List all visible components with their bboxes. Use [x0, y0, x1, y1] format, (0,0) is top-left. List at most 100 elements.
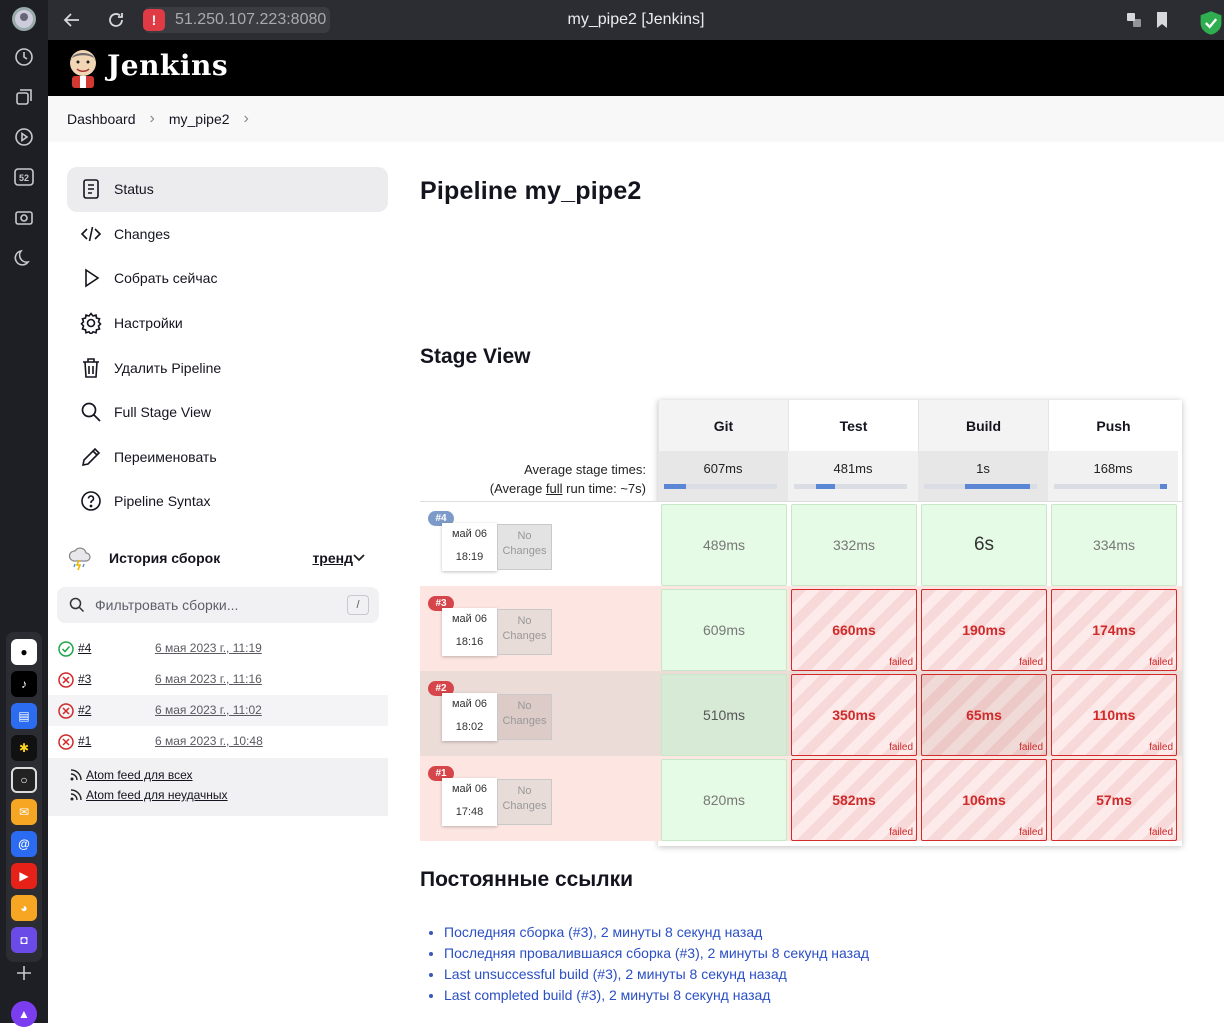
stage-cell[interactable]: 332ms [791, 504, 917, 586]
collections-icon[interactable] [12, 85, 36, 109]
browser-sidebar: 52 ● ♪ ▤ ✱ ○ ✉ @ ▶ ◕ ◘ ▲ [0, 0, 48, 1027]
breadcrumb: Dashboard › my_pipe2 › [48, 96, 1224, 142]
build-row[interactable]: #1 6 мая 2023 г., 10:48 [48, 726, 388, 757]
permalinks-list: Последняя сборка (#3), 2 минуты 8 секунд… [444, 922, 869, 1006]
build-number-link[interactable]: #2 [78, 703, 91, 717]
run-date: май 06 [451, 528, 488, 540]
stage-cell[interactable]: 489ms [661, 504, 787, 586]
build-date-link[interactable]: 6 мая 2023 г., 11:19 [155, 641, 262, 655]
build-date-link[interactable]: 6 мая 2023 г., 11:16 [155, 672, 262, 686]
atom-feeds: Atom feed для всех Atom feed для неудачн… [48, 758, 388, 816]
code-icon [79, 222, 103, 246]
browser-toolbar: ! 51.250.107.223:8080 my_pipe2 [Jenkins] [48, 0, 1224, 40]
profile-avatar[interactable] [12, 7, 36, 31]
breadcrumb-dashboard[interactable]: Dashboard [67, 111, 136, 127]
protect-shield-icon[interactable] [1198, 10, 1224, 35]
changes-line2: Changes [502, 800, 547, 812]
tiktok-icon[interactable]: ♪ [11, 671, 37, 697]
stage-cell[interactable]: 350ms failed [791, 674, 917, 756]
stage-cell[interactable]: 65ms failed [921, 674, 1047, 756]
changes-line1: No [517, 530, 532, 542]
play-icon [79, 266, 103, 290]
build-number-link[interactable]: #4 [78, 641, 91, 655]
success-check-icon [58, 641, 74, 657]
alice-icon[interactable]: ○ [11, 767, 37, 793]
avg-time-value: 168ms [1093, 461, 1133, 476]
add-app-icon[interactable] [12, 961, 36, 985]
build-date-link[interactable]: 6 мая 2023 г., 11:02 [155, 703, 262, 717]
run-date-box: май 06 18:16 [442, 608, 497, 656]
filter-builds-input[interactable]: Фильтровать сборки... / [57, 587, 379, 623]
assistant-icon[interactable]: ▲ [11, 1001, 37, 1027]
changes-line2: Changes [502, 630, 547, 642]
pie-app-icon[interactable]: ◕ [11, 895, 37, 921]
average-stage-times-label: Average stage times: (Average full run t… [420, 460, 646, 498]
permalink-last-build[interactable]: Последняя сборка (#3), 2 минуты 8 секунд… [444, 924, 762, 940]
avg-time-build: 1s [918, 451, 1048, 501]
atom-feed-failed-link[interactable]: Atom feed для неудачных [70, 788, 228, 802]
build-date-link[interactable]: 6 мая 2023 г., 10:48 [155, 734, 263, 748]
jenkins-brand[interactable]: Jenkins [107, 49, 228, 82]
task-rename[interactable]: Переименовать [67, 435, 388, 480]
changes-line2: Changes [502, 715, 547, 727]
history-icon[interactable] [12, 45, 36, 69]
task-configure[interactable]: Настройки [67, 301, 388, 346]
build-number-link[interactable]: #1 [78, 734, 91, 748]
bookmark-icon[interactable] [1152, 10, 1172, 30]
mail-icon[interactable]: ✉ [11, 799, 37, 825]
stage-cell[interactable]: 660ms failed [791, 589, 917, 671]
build-row[interactable]: #4 6 мая 2023 г., 11:19 [48, 633, 388, 664]
task-full-stage-view[interactable]: Full Stage View [67, 390, 388, 435]
build-number-link[interactable]: #3 [78, 672, 91, 686]
gear-icon [79, 311, 103, 335]
permalink-last-unsuccessful[interactable]: Last unsuccessful build (#3), 2 минуты 8… [444, 966, 787, 982]
build-row[interactable]: #2 6 мая 2023 г., 11:02 [48, 695, 388, 726]
stage-cell[interactable]: 110ms failed [1051, 674, 1177, 756]
stage-cell[interactable]: 609ms [661, 589, 787, 671]
chevron-right-icon[interactable]: › [244, 110, 249, 128]
chevron-down-icon[interactable] [352, 551, 366, 565]
breadcrumb-my-pipe2[interactable]: my_pipe2 [169, 111, 230, 127]
trend-link[interactable]: тренд [312, 550, 353, 566]
night-mode-icon[interactable] [12, 246, 36, 270]
status-icon [79, 177, 103, 201]
filter-placeholder: Фильтровать сборки... [95, 597, 239, 613]
yandex-music-icon[interactable]: ✱ [11, 735, 37, 761]
stage-duration: 110ms [1092, 707, 1136, 723]
stage-cell[interactable]: 334ms [1051, 504, 1177, 586]
screenshot-icon[interactable] [12, 205, 36, 229]
jenkins-logo-icon[interactable] [66, 48, 100, 88]
stage-cell[interactable]: 6s [921, 504, 1047, 586]
github-icon[interactable]: ● [11, 639, 37, 665]
stage-cell[interactable]: 57ms failed [1051, 759, 1177, 841]
youtube-icon[interactable]: ▶ [11, 863, 37, 889]
messenger-icon[interactable]: ◘ [11, 927, 37, 953]
mail-at-icon[interactable]: @ [11, 831, 37, 857]
build-row[interactable]: #3 6 мая 2023 г., 11:16 [48, 664, 388, 695]
full-run-time-link[interactable]: full [546, 481, 563, 496]
atom-feed-failed-label: Atom feed для неудачных [86, 788, 228, 802]
failed-label: failed [1149, 827, 1173, 838]
task-pipeline-syntax[interactable]: Pipeline Syntax [67, 479, 388, 524]
atom-feed-all-link[interactable]: Atom feed для всех [70, 768, 193, 782]
task-changes[interactable]: Changes [67, 212, 388, 257]
video-icon[interactable] [12, 125, 36, 149]
calendar-icon[interactable]: ▤ [11, 703, 37, 729]
stage-header-test: Test [788, 400, 918, 451]
permalink-last-failed[interactable]: Последняя провалившаяся сборка (#3), 2 м… [444, 945, 869, 961]
stage-cell[interactable]: 190ms failed [921, 589, 1047, 671]
stage-cell[interactable]: 582ms failed [791, 759, 917, 841]
stage-cell[interactable]: 174ms failed [1051, 589, 1177, 671]
no-changes-box: No Changes [497, 524, 552, 570]
task-build-now[interactable]: Собрать сейчас [67, 256, 388, 301]
task-status[interactable]: Status [67, 167, 388, 212]
avg-time-test: 481ms [788, 451, 918, 501]
stage-cell[interactable]: 106ms failed [921, 759, 1047, 841]
run-date-box: май 06 18:19 [442, 523, 497, 571]
counter-badge-icon[interactable]: 52 [12, 165, 36, 189]
permalink-last-completed[interactable]: Last completed build (#3), 2 минуты 8 се… [444, 987, 770, 1003]
translate-icon[interactable] [1124, 10, 1144, 30]
stage-cell[interactable]: 820ms [661, 759, 787, 841]
task-delete-pipeline[interactable]: Удалить Pipeline [67, 345, 388, 390]
stage-cell[interactable]: 510ms [661, 674, 787, 756]
